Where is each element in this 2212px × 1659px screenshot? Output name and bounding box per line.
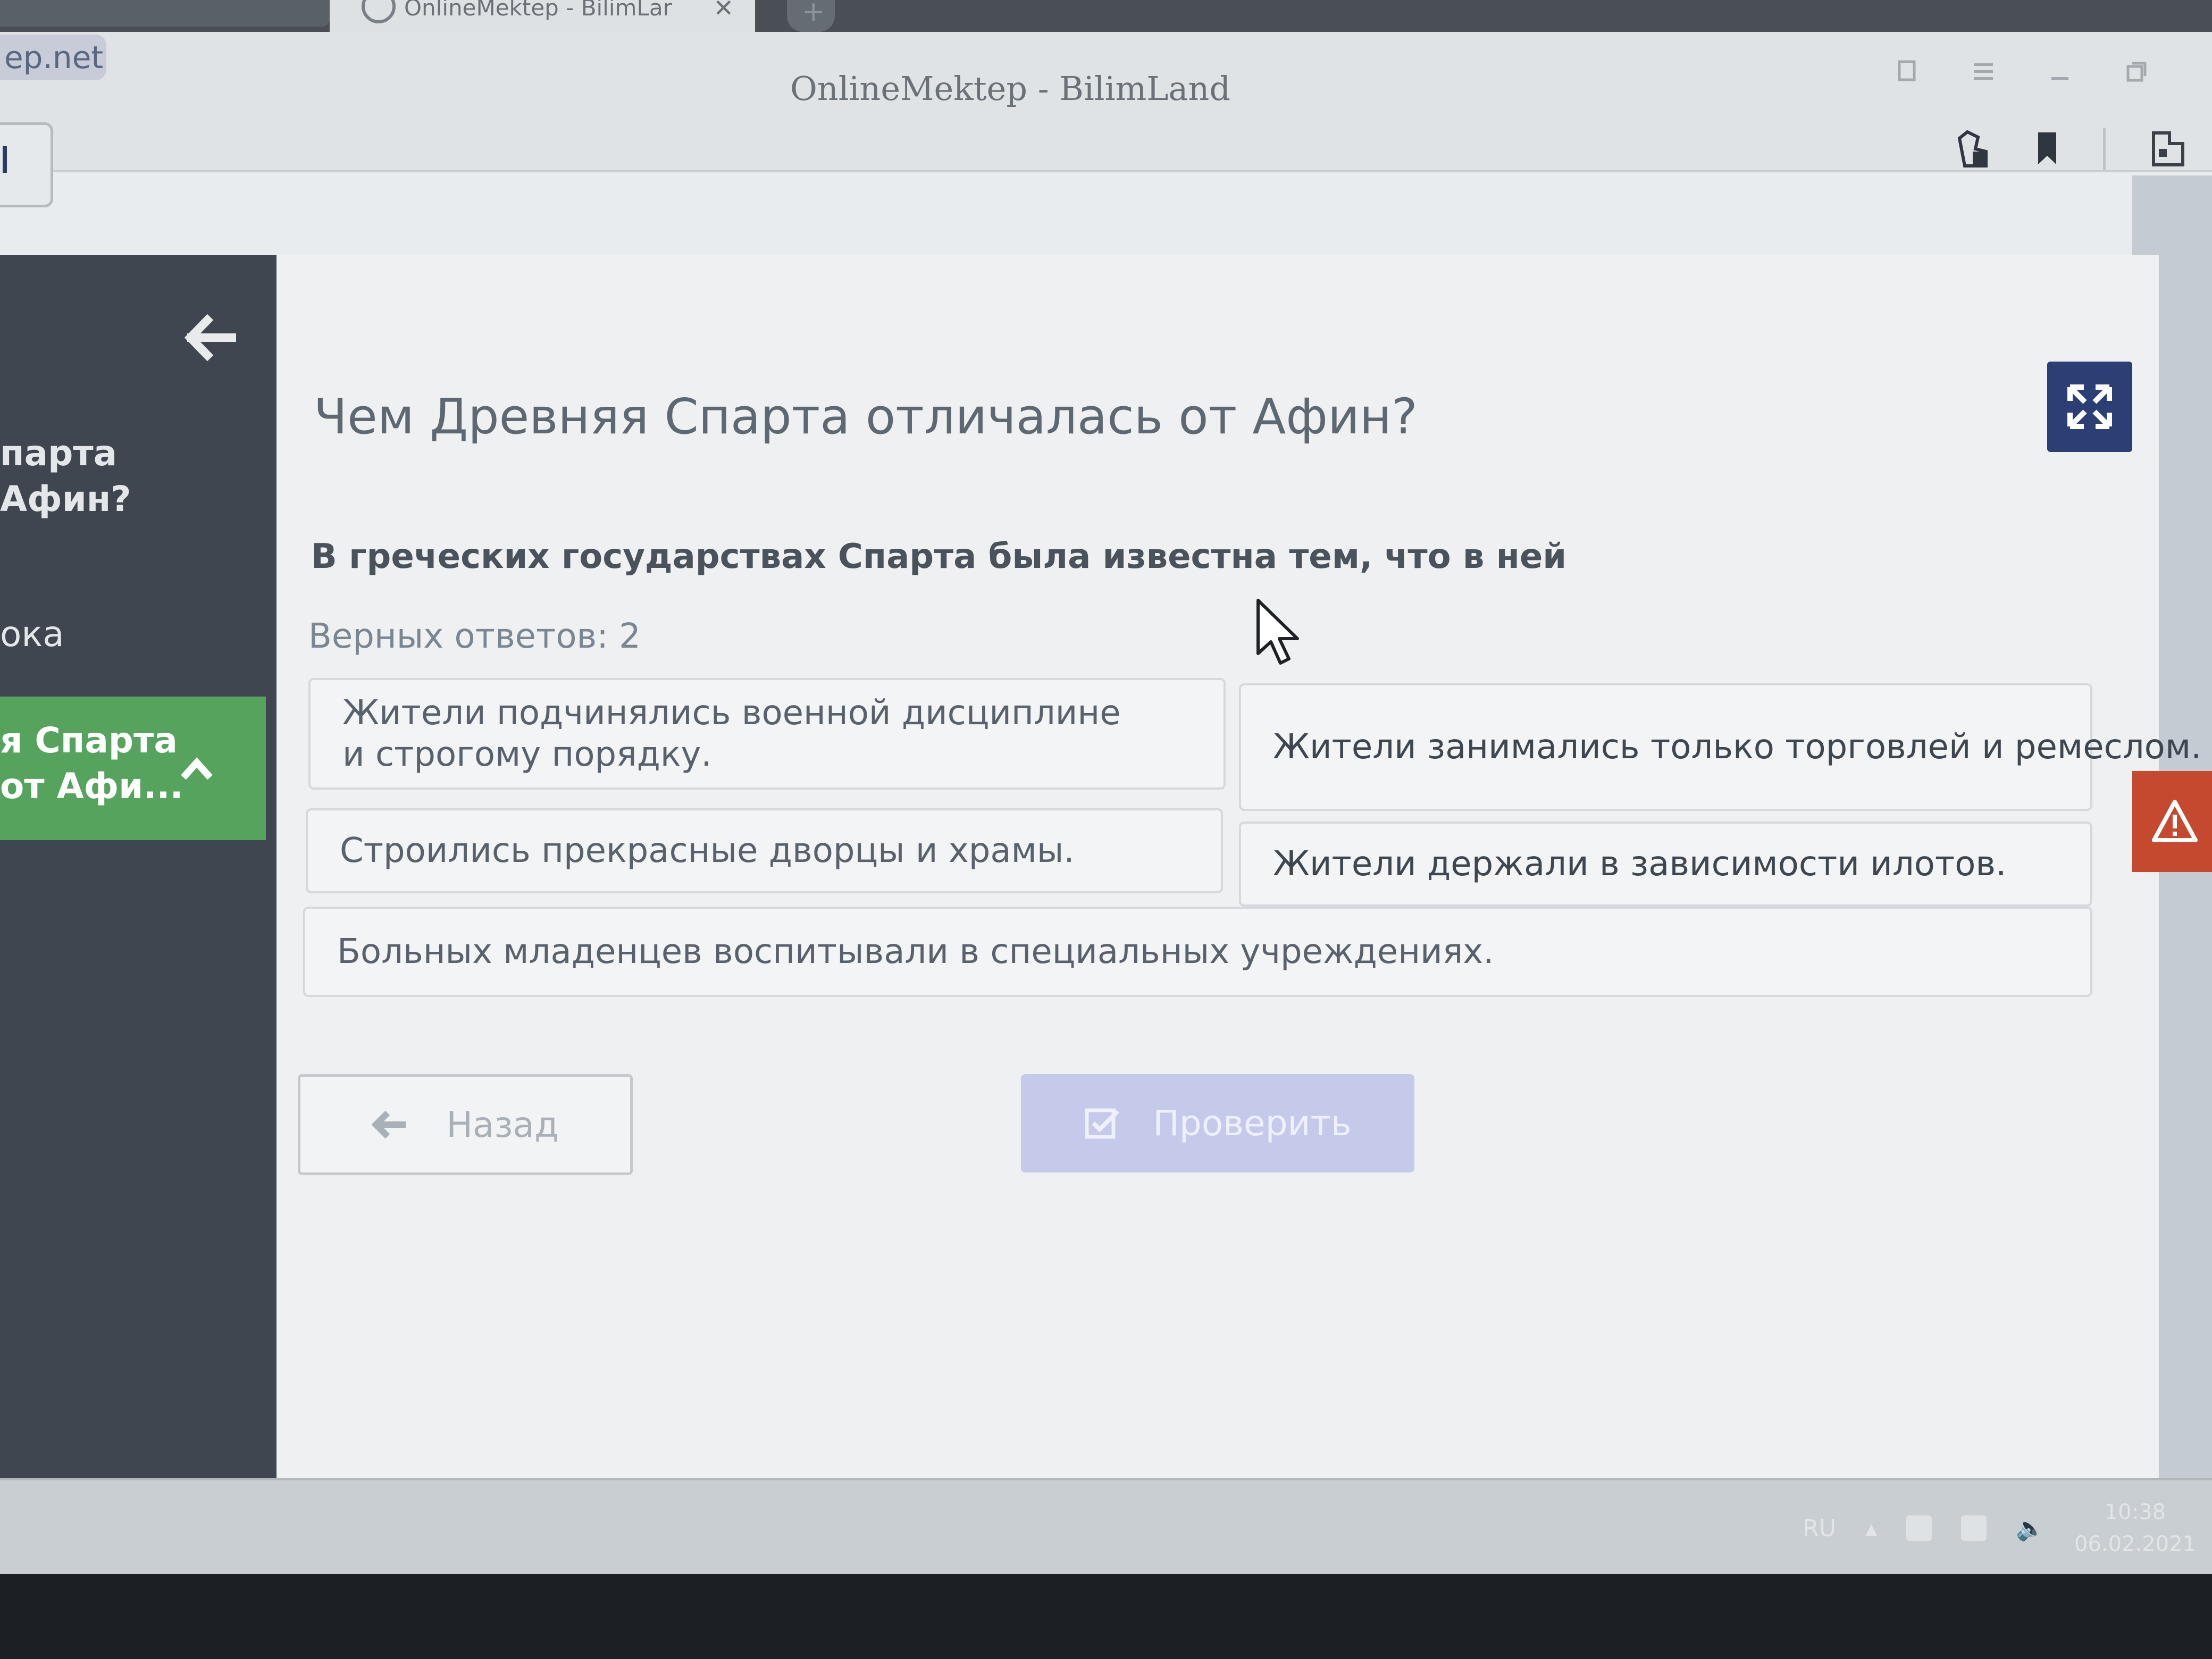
answer-option-1[interactable]: Жители подчинялись военной дисциплине и … xyxy=(308,678,1226,790)
answer-option-2[interactable]: Жители занимались только торговлей и рем… xyxy=(1239,683,2201,811)
lesson-sidebar: парта Афин? ока я Спарта от Афи... xyxy=(0,255,276,1489)
answer-option-label: Жители занимались только торговлей и рем… xyxy=(1273,727,2202,767)
screen: OnlineMektep - BilimLar ✕ + ep.net Onlin… xyxy=(0,0,2212,1574)
plus-icon: + xyxy=(802,0,825,28)
mouse-cursor-icon xyxy=(1256,599,1299,665)
toolbar-separator xyxy=(2103,128,2106,170)
pin-icon[interactable] xyxy=(1895,58,1918,85)
sidebar-item-2-label[interactable]: ока xyxy=(0,611,64,657)
chevron-up-icon[interactable] xyxy=(178,755,215,782)
clock[interactable]: 10:38 06.02.2021 xyxy=(2074,1496,2196,1560)
window-controls xyxy=(1895,53,2148,90)
check-button-label: Проверить xyxy=(1153,1103,1352,1144)
volume-icon[interactable]: 🔈 xyxy=(2016,1514,2045,1542)
tab-title: OnlineMektep - BilimLar xyxy=(404,0,672,21)
back-button-label: Назад xyxy=(446,1104,559,1145)
warning-icon xyxy=(2152,800,2198,842)
sidebar-item-active-line1: я Спарта xyxy=(0,720,178,761)
url-chip[interactable]: ep.net xyxy=(0,35,106,80)
back-button[interactable]: Назад xyxy=(298,1074,633,1175)
omnibox-edge[interactable] xyxy=(0,122,53,207)
checkbox-icon xyxy=(1085,1108,1120,1138)
new-tab-button[interactable]: + xyxy=(787,0,835,32)
check-button[interactable]: Проверить xyxy=(1021,1074,1414,1172)
menu-icon[interactable] xyxy=(1972,61,1995,82)
answer-option-5[interactable]: Больных младенцев воспитывали в специаль… xyxy=(303,907,2092,997)
answer-option-4[interactable]: Жители держали в зависимости илотов. xyxy=(1239,822,2092,907)
clock-date: 06.02.2021 xyxy=(2074,1532,2196,1556)
answer-option-label: Строились прекрасные дворцы и храмы. xyxy=(340,831,1075,870)
report-button[interactable] xyxy=(2132,771,2212,872)
extensions-puzzle-icon[interactable] xyxy=(2148,128,2191,170)
correct-answers-count: Верных ответов: 2 xyxy=(308,617,641,656)
restore-icon[interactable] xyxy=(2125,60,2148,83)
browser-toolbar: ep.net OnlineMektep - BilimLand xyxy=(0,32,2212,207)
answer-option-3[interactable]: Строились прекрасные дворцы и храмы. xyxy=(306,808,1223,893)
omnibox-icons xyxy=(1954,120,2191,178)
sidebar-item-1-line2[interactable]: Афин? xyxy=(0,476,131,522)
fullscreen-button[interactable] xyxy=(2047,362,2132,452)
tray-expand-icon[interactable]: ▴ xyxy=(1865,1515,1877,1542)
question-text: В греческих государствах Спарта была изв… xyxy=(311,537,1567,576)
sidebar-back-arrow-icon[interactable] xyxy=(181,308,239,367)
taskbar: RU ▴ 🔈 10:38 06.02.2021 xyxy=(0,1478,2212,1574)
network-icon[interactable] xyxy=(1906,1515,1932,1541)
minimize-icon[interactable] xyxy=(2048,61,2072,82)
language-indicator[interactable]: RU xyxy=(1803,1515,1836,1542)
extension-icon[interactable] xyxy=(1954,128,1991,170)
clock-time: 10:38 xyxy=(2104,1500,2166,1524)
monitor-icon[interactable] xyxy=(1961,1515,1987,1541)
sidebar-item-1-line1[interactable]: парта xyxy=(0,431,117,476)
answer-option-label: Жители подчинялись военной дисциплине и … xyxy=(342,693,1121,774)
sidebar-item-active[interactable]: я Спарта от Афи... xyxy=(0,697,266,840)
tab-close-icon[interactable]: ✕ xyxy=(713,0,734,22)
answer-option-label: Жители держали в зависимости илотов. xyxy=(1273,844,2007,884)
window-title: OnlineMektep - BilimLand xyxy=(790,69,1231,108)
tab-favicon-icon xyxy=(362,0,396,23)
browser-tab-inactive[interactable] xyxy=(0,0,330,27)
system-tray: RU ▴ 🔈 10:38 06.02.2021 xyxy=(1803,1480,2212,1574)
fullscreen-icon xyxy=(2067,384,2112,429)
arrow-left-icon xyxy=(372,1110,406,1139)
question-title: Чем Древняя Спарта отличалась от Афин? xyxy=(314,388,1418,445)
sidebar-item-active-line2: от Афи... xyxy=(0,766,183,807)
answer-option-label: Больных младенцев воспитывали в специаль… xyxy=(337,932,1494,971)
bookmark-icon[interactable] xyxy=(2034,130,2060,167)
